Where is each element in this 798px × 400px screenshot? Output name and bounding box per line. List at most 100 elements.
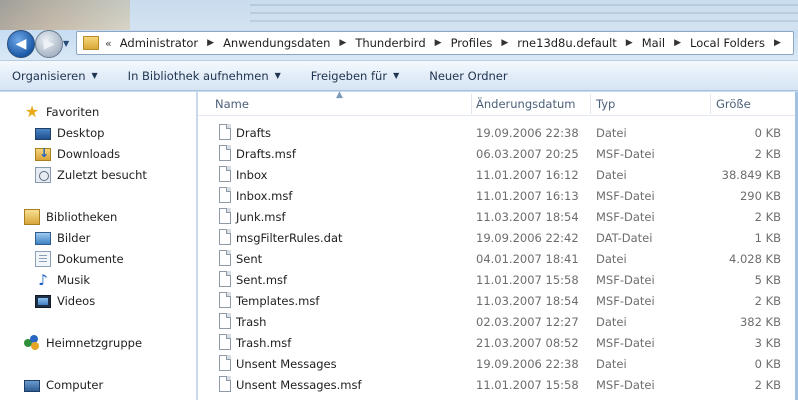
file-icon xyxy=(219,124,231,140)
file-type: MSF-Datei xyxy=(596,335,655,350)
table-row[interactable]: Unsent Messages.msf 11.01.2007 15:58 MSF-D… xyxy=(198,374,795,395)
homegroup-icon xyxy=(24,335,40,351)
file-size: 0 KB xyxy=(754,356,781,371)
file-size: 382 KB xyxy=(739,314,781,329)
file-modified-date: 11.01.2007 15:58 xyxy=(476,377,579,392)
breadcrumb-segment[interactable]: Administrator ▶ xyxy=(120,36,223,50)
file-type: MSF-Datei xyxy=(596,293,655,308)
forward-button[interactable]: ▶ xyxy=(35,30,63,58)
videos-icon xyxy=(35,294,51,308)
chevron-right-icon[interactable]: ▶ xyxy=(626,38,633,48)
table-row[interactable]: Sent.msf 11.01.2007 15:58 MSF-Datei 5 KB xyxy=(198,269,795,290)
file-icon xyxy=(219,292,231,308)
file-modified-date: 11.01.2007 15:58 xyxy=(476,272,579,287)
address-bar[interactable]: « Administrator ▶ Anwendungsdaten ▶ Thunderb… xyxy=(76,31,794,55)
file-icon xyxy=(219,334,231,350)
file-type: Datei xyxy=(596,314,627,329)
file-size: 5 KB xyxy=(754,272,781,287)
file-name: Templates.msf xyxy=(236,293,320,308)
file-name: Trash xyxy=(236,314,267,329)
file-type: MSF-Datei xyxy=(596,209,655,224)
chevron-right-icon[interactable]: ▶ xyxy=(435,38,442,48)
breadcrumb: Administrator ▶ Anwendungsdaten ▶ Thunderbir… xyxy=(120,36,790,50)
file-icon xyxy=(219,145,231,161)
chevron-right-icon[interactable]: ▶ xyxy=(339,38,346,48)
nav-item-homegroup[interactable]: Heimnetzgruppe xyxy=(24,333,142,353)
organize-button[interactable]: Organisieren ▼ xyxy=(12,69,98,83)
nav-item-pictures[interactable]: Bilder xyxy=(35,228,90,248)
file-modified-date: 19.09.2006 22:42 xyxy=(476,230,579,245)
recent-pages-dropdown[interactable]: ▼ xyxy=(63,39,69,48)
file-name: Unsent Messages xyxy=(236,356,337,371)
file-icon xyxy=(219,271,231,287)
table-row[interactable]: Unsent Messages 19.09.2006 22:38 Datei 0 KB xyxy=(198,353,795,374)
file-name: msgFilterRules.dat xyxy=(236,230,343,245)
chevron-right-icon[interactable]: ▶ xyxy=(674,38,681,48)
file-modified-date: 19.09.2006 22:38 xyxy=(476,125,579,140)
nav-item-videos[interactable]: Videos xyxy=(35,291,95,311)
overflow-chevrons-icon[interactable]: « xyxy=(105,37,112,50)
breadcrumb-segment[interactable]: rne13d8u.default ▶ xyxy=(517,36,641,50)
chevron-right-icon[interactable]: ▶ xyxy=(774,38,781,48)
table-row[interactable]: Sent 04.01.2007 18:41 Datei 4.028 KB xyxy=(198,248,795,269)
table-row[interactable]: Drafts.msf 06.03.2007 20:25 MSF-Datei 2 KB xyxy=(198,143,795,164)
forward-arrow-icon: ▶ xyxy=(43,36,55,52)
nav-item-music[interactable]: ♪ Musik xyxy=(35,270,90,290)
file-size: 290 KB xyxy=(739,188,781,203)
column-header-name[interactable]: Name xyxy=(215,97,249,111)
sort-ascending-icon: ▲ xyxy=(336,90,343,100)
breadcrumb-segment[interactable]: Mail ▶ xyxy=(642,36,690,50)
file-size: 3 KB xyxy=(754,335,781,350)
command-bar: Organisieren ▼ In Bibliothek aufnehmen ▼ F… xyxy=(0,60,798,91)
column-header-size[interactable]: Größe xyxy=(716,97,751,111)
nav-item-desktop[interactable]: Desktop xyxy=(35,123,104,143)
file-type: Datei xyxy=(596,356,627,371)
breadcrumb-segment[interactable]: Thunderbird ▶ xyxy=(355,36,450,50)
column-header-type[interactable]: Typ xyxy=(596,97,615,111)
music-note-icon: ♪ xyxy=(38,271,48,289)
new-folder-button[interactable]: Neuer Ordner xyxy=(429,69,507,83)
desktop-icon xyxy=(35,128,51,140)
chevron-down-icon: ▼ xyxy=(393,71,400,80)
table-row[interactable]: Trash 02.03.2007 12:27 Datei 382 KB xyxy=(198,311,795,332)
file-type: Datei xyxy=(596,167,627,182)
nav-item-libraries[interactable]: Bibliotheken xyxy=(24,207,117,227)
navigation-pane: ★ Favoriten Desktop Downloads Zuletzt be… xyxy=(0,92,197,400)
breadcrumb-segment[interactable]: Profiles ▶ xyxy=(451,36,518,50)
file-type: Datei xyxy=(596,251,627,266)
file-modified-date: 11.03.2007 18:54 xyxy=(476,209,579,224)
chevron-right-icon[interactable]: ▶ xyxy=(501,38,508,48)
breadcrumb-segment[interactable]: Anwendungsdaten ▶ xyxy=(223,36,355,50)
table-row[interactable]: msgFilterRules.dat 19.09.2006 22:42 DAT-Da… xyxy=(198,227,795,248)
table-row[interactable]: Inbox.msf 11.01.2007 16:13 MSF-Datei 290 KB xyxy=(198,185,795,206)
column-divider[interactable] xyxy=(471,94,472,114)
table-row[interactable]: Templates.msf 11.03.2007 18:54 MSF-Datei 2 … xyxy=(198,290,795,311)
file-name: Inbox.msf xyxy=(236,188,293,203)
nav-item-downloads[interactable]: Downloads xyxy=(35,144,120,164)
downloads-icon xyxy=(35,146,51,161)
include-in-library-button[interactable]: In Bibliothek aufnehmen ▼ xyxy=(128,69,281,83)
breadcrumb-label: rne13d8u.default xyxy=(517,36,617,50)
column-divider[interactable] xyxy=(710,94,711,114)
file-name: Inbox xyxy=(236,167,268,182)
nav-item-documents[interactable]: Dokumente xyxy=(35,249,124,269)
table-row[interactable]: Junk.msf 11.03.2007 18:54 MSF-Datei 2 KB xyxy=(198,206,795,227)
breadcrumb-label: Profiles xyxy=(450,36,493,50)
nav-item-favorites[interactable]: ★ Favoriten xyxy=(24,102,99,122)
breadcrumb-segment[interactable]: Local Folders ▶ xyxy=(690,36,790,50)
file-size: 1 KB xyxy=(754,230,781,245)
nav-item-recent[interactable]: Zuletzt besucht xyxy=(35,165,147,185)
table-row[interactable]: Drafts 19.09.2006 22:38 Datei 0 KB xyxy=(198,122,795,143)
file-name: Sent xyxy=(236,251,263,266)
file-name: Trash.msf xyxy=(236,335,292,350)
column-divider[interactable] xyxy=(590,94,591,114)
back-button[interactable]: ◀ xyxy=(7,30,35,58)
table-row[interactable]: Inbox 11.01.2007 16:12 Datei 38.849 KB xyxy=(198,164,795,185)
file-modified-date: 11.01.2007 16:12 xyxy=(476,167,579,182)
column-header-modified[interactable]: Änderungsdatum xyxy=(476,97,575,111)
table-row[interactable]: Trash.msf 21.03.2007 08:52 MSF-Datei 3 KB xyxy=(198,332,795,353)
share-with-button[interactable]: Freigeben für ▼ xyxy=(311,69,399,83)
nav-item-computer[interactable]: Computer xyxy=(24,375,103,395)
file-size: 0 KB xyxy=(754,125,781,140)
chevron-right-icon[interactable]: ▶ xyxy=(207,38,214,48)
